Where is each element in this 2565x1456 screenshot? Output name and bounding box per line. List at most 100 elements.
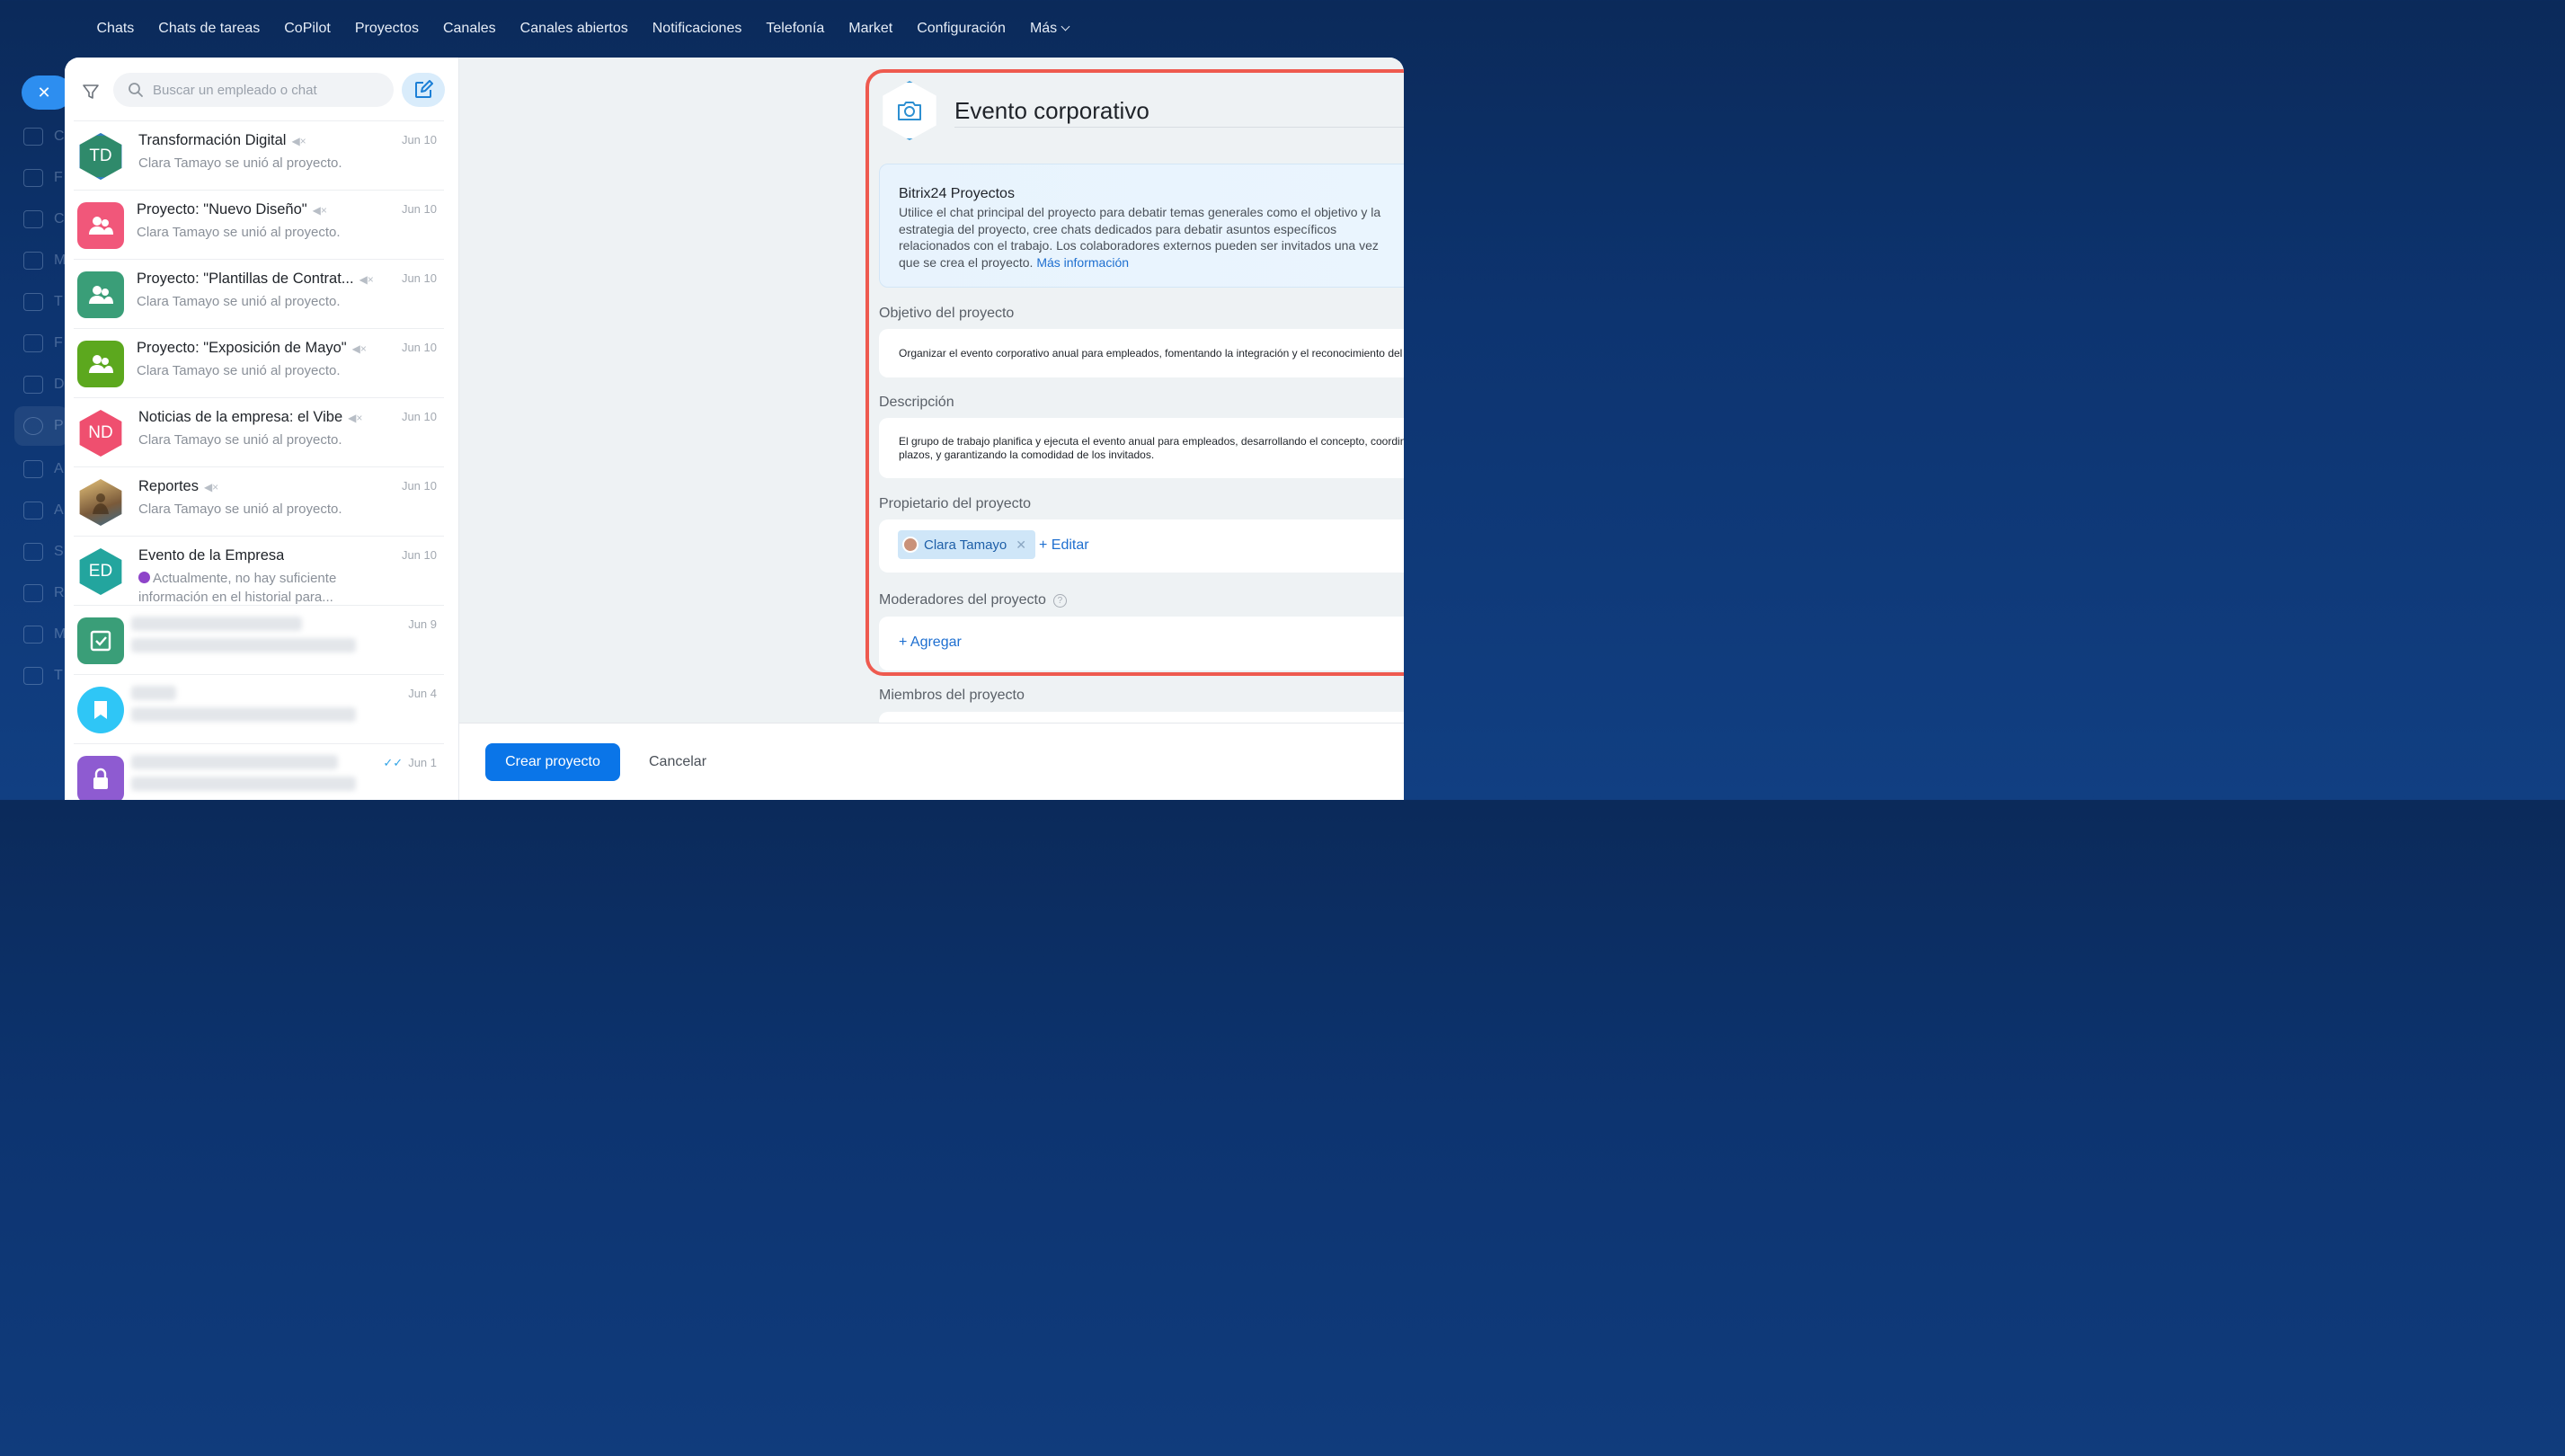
- rail-icon[interactable]: [23, 626, 43, 644]
- rail-icon[interactable]: [23, 293, 43, 311]
- nav-task-chats[interactable]: Chats de tareas: [146, 21, 272, 37]
- list-item[interactable]: Jun 9: [74, 605, 444, 674]
- avatar: ND: [79, 410, 122, 457]
- close-icon: ✕: [37, 83, 51, 102]
- chat-preview: Clara Tamayo se unió al proyecto.: [137, 363, 341, 378]
- blurred-preview: [131, 638, 356, 653]
- chat-preview: Clara Tamayo se unió al proyecto.: [138, 432, 342, 448]
- rail-label: S: [54, 544, 64, 559]
- rail-icon[interactable]: [23, 584, 43, 602]
- nav-notifications[interactable]: Notificaciones: [640, 21, 754, 37]
- chat-date: ✓✓ Jun 1: [383, 756, 437, 770]
- rail-label: T: [54, 668, 63, 683]
- nav-projects[interactable]: Proyectos: [342, 21, 430, 37]
- highlight-frame: [865, 69, 1404, 676]
- chat-preview: Clara Tamayo se unió al proyecto.: [138, 155, 342, 171]
- top-navigation: Chats Chats de tareas CoPilot Proyectos …: [0, 0, 1409, 58]
- chat-title-text: Reportes: [138, 478, 199, 494]
- chat-preview: Clara Tamayo se unió al proyecto.: [138, 502, 342, 517]
- nav-open-channels[interactable]: Canales abiertos: [508, 21, 640, 37]
- chat-title: Evento de la Empresa: [138, 547, 284, 564]
- avatar: [77, 687, 124, 733]
- nav-more[interactable]: Más: [1017, 21, 1080, 37]
- list-item[interactable]: TD Transformación Digital ◀× Jun 10 Clara…: [74, 120, 444, 190]
- rail-icon[interactable]: [23, 334, 43, 352]
- form-footer: Crear proyecto Cancelar: [459, 723, 1404, 800]
- chat-title: Proyecto: "Exposición de Mayo" ◀×: [137, 340, 367, 357]
- group-icon: [89, 217, 113, 235]
- cancel-button[interactable]: Cancelar: [649, 743, 706, 781]
- rail-icon[interactable]: [23, 376, 43, 394]
- nav-market[interactable]: Market: [837, 21, 905, 37]
- chat-title-text: Noticias de la empresa: el Vibe: [138, 409, 343, 425]
- search-input[interactable]: Buscar un empleado o chat: [113, 73, 394, 107]
- avatar: [77, 271, 124, 318]
- rail-icon[interactable]: [23, 417, 43, 435]
- lock-icon: [93, 768, 108, 789]
- compose-icon: [415, 80, 433, 98]
- members-label: Miembros del proyecto: [879, 688, 1025, 703]
- nav-copilot[interactable]: CoPilot: [272, 21, 343, 37]
- rail-icon[interactable]: [23, 128, 43, 146]
- rail-icon[interactable]: [23, 543, 43, 561]
- chat-title: Noticias de la empresa: el Vibe ◀×: [138, 409, 362, 426]
- muted-icon: ◀×: [312, 204, 327, 217]
- search-icon: [129, 83, 143, 97]
- chat-list: Buscar un empleado o chat TD Transformac…: [65, 58, 459, 800]
- nav-telephony[interactable]: Telefonía: [754, 21, 837, 37]
- muted-icon: ◀×: [351, 342, 367, 355]
- create-project-button[interactable]: Crear proyecto: [485, 743, 620, 781]
- read-check-icon: ✓✓: [383, 756, 404, 769]
- nav-channels[interactable]: Canales: [430, 21, 508, 37]
- chat-title-text: Proyecto: "Nuevo Diseño": [137, 201, 307, 218]
- rail-icon[interactable]: [23, 169, 43, 187]
- task-check-icon: [90, 630, 111, 652]
- rail-icon[interactable]: [23, 460, 43, 478]
- rail-label: A: [54, 461, 64, 476]
- list-item[interactable]: Proyecto: "Plantillas de Contrat... ◀× Ju…: [74, 259, 444, 328]
- nav-chats[interactable]: Chats: [84, 21, 146, 37]
- rail-label: T: [54, 294, 63, 309]
- chat-date: Jun 10: [401, 548, 437, 562]
- muted-icon: ◀×: [348, 412, 363, 424]
- rail-icon[interactable]: [23, 667, 43, 685]
- rail-label: C: [54, 211, 65, 226]
- project-form: Evento corporativo Bitrix24 Proyectos Ut…: [459, 58, 1404, 730]
- list-item[interactable]: Jun 4: [74, 674, 444, 743]
- avatar: [79, 479, 122, 526]
- rail-label: A: [54, 502, 64, 518]
- chevron-down-icon: [1061, 22, 1070, 31]
- rail-icon[interactable]: [23, 210, 43, 228]
- list-item[interactable]: Proyecto: "Exposición de Mayo" ◀× Jun 10 …: [74, 328, 444, 397]
- avatar-initials: ED: [88, 562, 113, 581]
- avatar: [77, 202, 124, 249]
- rail-icon[interactable]: [23, 502, 43, 519]
- rail-icon[interactable]: [23, 252, 43, 270]
- list-item[interactable]: Reportes ◀× Jun 10 Clara Tamayo se unió a…: [74, 466, 444, 536]
- blurred-title: [131, 617, 302, 631]
- chat-date: Jun 10: [401, 341, 437, 354]
- group-icon: [89, 355, 113, 373]
- chat-title-text: Evento de la Empresa: [138, 547, 285, 564]
- list-item[interactable]: Proyecto: "Nuevo Diseño" ◀× Jun 10 Clara …: [74, 190, 444, 259]
- list-item[interactable]: ED Evento de la Empresa Jun 10 Actualmen…: [74, 536, 444, 605]
- chat-title: Proyecto: "Plantillas de Contrat... ◀×: [137, 271, 374, 288]
- chat-date: Jun 4: [408, 687, 437, 700]
- avatar-initials: TD: [89, 146, 112, 165]
- rail-label: F: [54, 335, 63, 351]
- list-item[interactable]: ND Noticias de la empresa: el Vibe ◀× Jun…: [74, 397, 444, 466]
- list-item[interactable]: ✓✓ Jun 1: [74, 743, 444, 800]
- chat-preview: Clara Tamayo se unió al proyecto.: [137, 294, 341, 309]
- rail-label: P: [54, 418, 64, 433]
- chat-title: Transformación Digital ◀×: [138, 132, 306, 149]
- group-icon: [89, 286, 113, 304]
- muted-icon: ◀×: [359, 273, 374, 286]
- filter-icon[interactable]: [81, 82, 101, 102]
- avatar-initials: ND: [88, 423, 113, 442]
- avatar: [77, 617, 124, 664]
- chat-title: Reportes ◀×: [138, 478, 218, 495]
- compose-button[interactable]: [402, 73, 445, 107]
- avatar: ED: [79, 548, 122, 595]
- nav-settings[interactable]: Configuración: [905, 21, 1018, 37]
- chat-date: Jun 10: [401, 271, 437, 285]
